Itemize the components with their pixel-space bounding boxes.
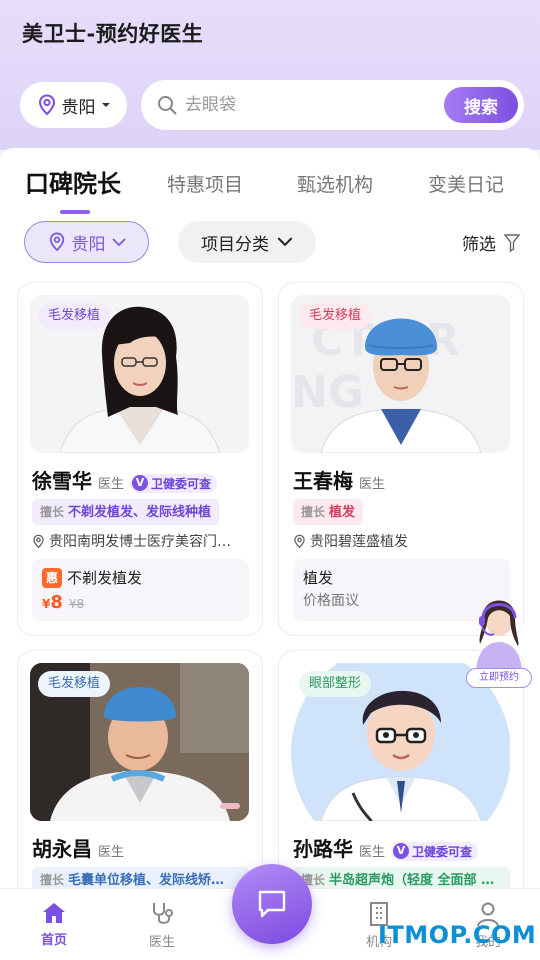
skill-text: 毛囊单位移植、发际线矫… (68, 873, 225, 888)
filter-category[interactable]: 项目分类 (178, 221, 316, 263)
verified-label: 卫健委可查 (151, 476, 212, 491)
city-label: 贵阳 (61, 97, 96, 118)
tab-bar: 口碑院长 特惠项目 甄选机构 变美日记 (0, 162, 540, 214)
verified-icon: V (393, 843, 410, 859)
funnel-icon (504, 233, 520, 252)
doctor-title: 医生 (359, 477, 386, 492)
tab-selected-institutions[interactable]: 甄选机构 (297, 170, 373, 197)
category-badge: 毛发移植 (38, 303, 111, 329)
search-input[interactable] (185, 95, 425, 115)
doctor-card[interactable]: 毛发移植 胡永昌 医生 擅长 毛囊单位移植、发际线矫… (17, 650, 263, 910)
verified-icon: V (132, 475, 149, 491)
header-area: 美卫士-预约好医生 贵阳 搜索 (0, 0, 540, 150)
location-icon (33, 534, 44, 548)
stethoscope-icon (153, 903, 173, 924)
filter-city-label: 贵阳 (71, 234, 106, 255)
doctor-name-text: 孙路华 (293, 837, 353, 861)
skill-text: 植发 (329, 505, 356, 520)
chat-fab-button[interactable] (232, 864, 312, 944)
city-selector[interactable]: 贵阳 (20, 82, 127, 128)
svg-text:NG: NG (291, 367, 364, 418)
watermark: ITMOP.COM (378, 921, 537, 949)
promo-item: 植发 (303, 569, 334, 587)
filter-city[interactable]: 贵阳 (24, 221, 149, 263)
skill-key: 擅长 (40, 505, 65, 519)
doctor-name: 胡永昌 医生 (32, 833, 124, 862)
skill-tag: 擅长 植发 (293, 499, 364, 525)
nav-home-label: 首页 (40, 933, 67, 948)
doctor-title: 医生 (98, 477, 125, 492)
location-text: 贵阳南明发博士医疗美容门… (49, 534, 231, 550)
category-badge: 毛发移植 (38, 671, 111, 697)
location-text: 贵阳碧莲盛植发 (310, 534, 408, 550)
doctor-name: 王春梅 医生 (293, 465, 385, 494)
promo-item: 不剃发植发 (67, 569, 143, 587)
tab-reputation-director[interactable]: 口碑院长 (25, 164, 121, 199)
location-icon (49, 232, 64, 252)
verified-label: 卫健委可查 (412, 844, 473, 859)
book-now-label[interactable]: 立即预约 (466, 668, 532, 688)
promo-box[interactable]: 惠 不剃发植发 ¥8 ¥8 (32, 559, 249, 621)
doctor-name-text: 胡永昌 (32, 837, 92, 861)
chevron-down-icon (111, 237, 126, 246)
doctor-location: 贵阳碧莲盛植发 (293, 531, 508, 551)
doctor-name-text: 王春梅 (293, 469, 353, 493)
doctor-title: 医生 (98, 845, 125, 860)
booking-assistant[interactable]: 立即预约 (466, 586, 534, 688)
verified-badge: V 卫健委可查 (130, 473, 218, 493)
category-badge: 毛发移植 (299, 303, 372, 329)
nav-doctor-label: 医生 (148, 935, 175, 950)
category-badge: 眼部整形 (299, 671, 372, 697)
search-bar[interactable]: 搜索 (141, 80, 524, 130)
price-value: 8 (50, 592, 63, 613)
search-button[interactable]: 搜索 (444, 87, 518, 123)
filter-category-label: 项目分类 (201, 234, 269, 255)
tab-special-offers[interactable]: 特惠项目 (167, 170, 243, 197)
doctor-name: 徐雪华 医生 V 卫健委可查 (32, 465, 218, 494)
assistant-avatar-icon (476, 600, 522, 670)
doctor-card[interactable]: 眼部整形 孙路华 医生 V 卫健委可查 擅长 半岛超声炮（轻度 全面部 … (278, 650, 524, 910)
doctor-title: 医生 (359, 845, 386, 860)
nav-doctor[interactable]: 医生 (132, 901, 192, 950)
original-price: ¥8 (68, 597, 85, 611)
doctor-card[interactable]: CTO R NG 毛发移植 王春梅 医生 擅长 植发 贵阳碧莲盛植发 植发 价格面议 (278, 282, 524, 636)
location-icon (294, 534, 305, 548)
filter-screen-button[interactable]: 筛选 (462, 230, 520, 255)
doctor-card[interactable]: 毛发移植 徐雪华 医生 V 卫健委可查 擅长 不剃发植发、发际线种植 贵阳南明发博士医疗… (17, 282, 263, 636)
nav-home[interactable]: 首页 (24, 901, 84, 948)
home-icon (43, 903, 65, 923)
skill-key: 擅长 (301, 505, 326, 519)
caret-down-icon (101, 103, 110, 107)
verified-badge: V 卫健委可查 (391, 841, 479, 861)
skill-text: 半岛超声炮（轻度 全面部 … (329, 873, 495, 888)
app-title: 美卫士-预约好医生 (22, 22, 204, 46)
skill-key: 擅长 (40, 873, 65, 887)
filter-screen-label: 筛选 (462, 235, 496, 255)
search-icon (158, 96, 177, 115)
promo-badge-icon: 惠 (42, 567, 62, 588)
location-icon (38, 94, 55, 116)
active-tab-indicator (60, 210, 90, 214)
chevron-down-icon (277, 237, 293, 247)
doctor-location: 贵阳南明发博士医疗美容门… (32, 531, 247, 551)
chat-icon (258, 890, 286, 918)
doctor-name-text: 徐雪华 (32, 469, 92, 493)
skill-tag: 擅长 不剃发植发、发际线种植 (32, 499, 220, 525)
skill-text: 不剃发植发、发际线种植 (68, 505, 212, 520)
doctor-name: 孙路华 医生 V 卫健委可查 (293, 833, 479, 862)
tab-beauty-diary[interactable]: 变美日记 (428, 170, 504, 197)
